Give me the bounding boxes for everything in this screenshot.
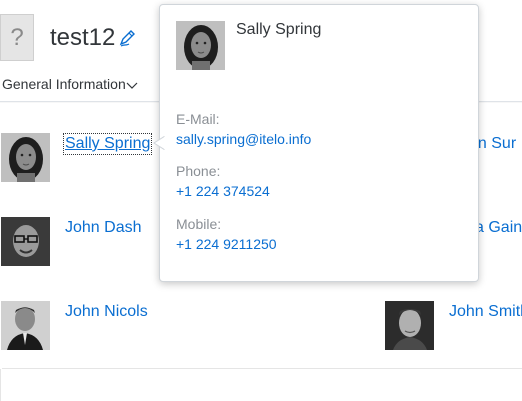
avatar-john-nicols[interactable]: [1, 301, 50, 350]
bottom-area: [0, 369, 522, 401]
mobile-label: Mobile:: [176, 216, 222, 232]
avatar-john-smith[interactable]: [385, 301, 434, 350]
popover-arrow: [153, 136, 165, 150]
page: ? test12 General Information Sally Sprin…: [0, 0, 522, 401]
avatar-sally-spring[interactable]: [1, 133, 50, 182]
object-placeholder-image: ?: [0, 14, 34, 61]
mobile-link[interactable]: +1 224 9211250: [176, 236, 277, 252]
employee-link-john-nicols[interactable]: John Nicols: [65, 303, 148, 321]
popover-contact-name: Sally Spring: [236, 21, 322, 38]
employee-link-john-dash[interactable]: John Dash: [65, 219, 142, 237]
edit-icon[interactable]: [118, 28, 138, 48]
phone-link[interactable]: +1 224 374524: [176, 183, 270, 199]
email-label: E-Mail:: [176, 111, 220, 127]
contact-quickview-popover: Sally Spring E-Mail: sally.spring@itelo.…: [159, 4, 479, 282]
page-title: test12: [50, 24, 116, 51]
employee-link-right-2[interactable]: a Gain: [475, 219, 522, 237]
avatar-john-dash[interactable]: [1, 217, 50, 266]
email-link[interactable]: sally.spring@itelo.info: [176, 131, 311, 147]
employee-link-sally-spring[interactable]: Sally Spring: [62, 133, 153, 155]
popover-avatar: [176, 21, 225, 70]
employee-link-john-smith[interactable]: John Smith: [449, 303, 522, 321]
tab-general-information[interactable]: General Information: [2, 76, 126, 92]
chevron-down-icon[interactable]: [126, 80, 138, 90]
phone-label: Phone:: [176, 163, 221, 179]
